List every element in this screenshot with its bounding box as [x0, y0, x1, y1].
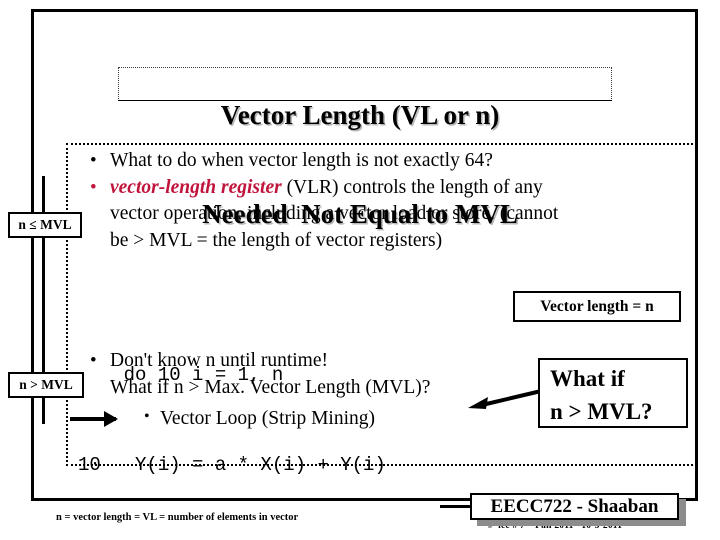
bullet-item-3: Don't know n until runtime!: [84, 348, 554, 375]
bullet-3-text: Don't know n until runtime!: [110, 350, 328, 371]
footer-course-badge: EECC722 - Shaaban: [470, 493, 679, 520]
footer-note: n = vector length = VL = number of eleme…: [56, 512, 299, 523]
body-text-block: What to do when vector length is not exa…: [84, 148, 694, 254]
vector-length-register-emphasis: vector-length register: [110, 176, 282, 198]
connector-line-middle: [42, 236, 45, 374]
annotation-box-n-gt-mvl: n > MVL: [8, 372, 84, 398]
title-line-1: Vector Length (VL or n): [220, 100, 500, 130]
bullet-2-text: (VLR) controls the length of any: [281, 176, 543, 198]
callout-vector-length: Vector length = n: [513, 291, 681, 322]
connector-line-bottom: [42, 396, 45, 424]
bullet-2-continuation-2: be > MVL = the length of vector register…: [110, 229, 443, 251]
bullet-item-1: What to do when vector length is not exa…: [84, 148, 694, 175]
code-block: do 10 i = 1, n 10 Y(i) = a * X(i) + Y(i): [78, 300, 386, 510]
bullet-item-2: vector-length register (VLR) controls th…: [84, 175, 694, 202]
bullet-1-text: What to do when vector length is not exa…: [110, 150, 493, 171]
connector-line-top: [42, 176, 45, 214]
code-line-2: 10 Y(i) = a * X(i) + Y(i): [78, 454, 386, 476]
right-arrow-icon: [70, 411, 118, 427]
footer-badge-connector-rule: [440, 505, 472, 508]
annotation-box-n-le-mvl: n ≤ MVL: [8, 212, 82, 238]
bullet-2-continuation-1: vector operation, including a vector loa…: [110, 203, 559, 224]
callout-what-if-n-gt-mvl: What if n > MVL?: [538, 358, 688, 428]
sub-bullet-vector-loop: Vector Loop (Strip Mining): [144, 408, 375, 430]
